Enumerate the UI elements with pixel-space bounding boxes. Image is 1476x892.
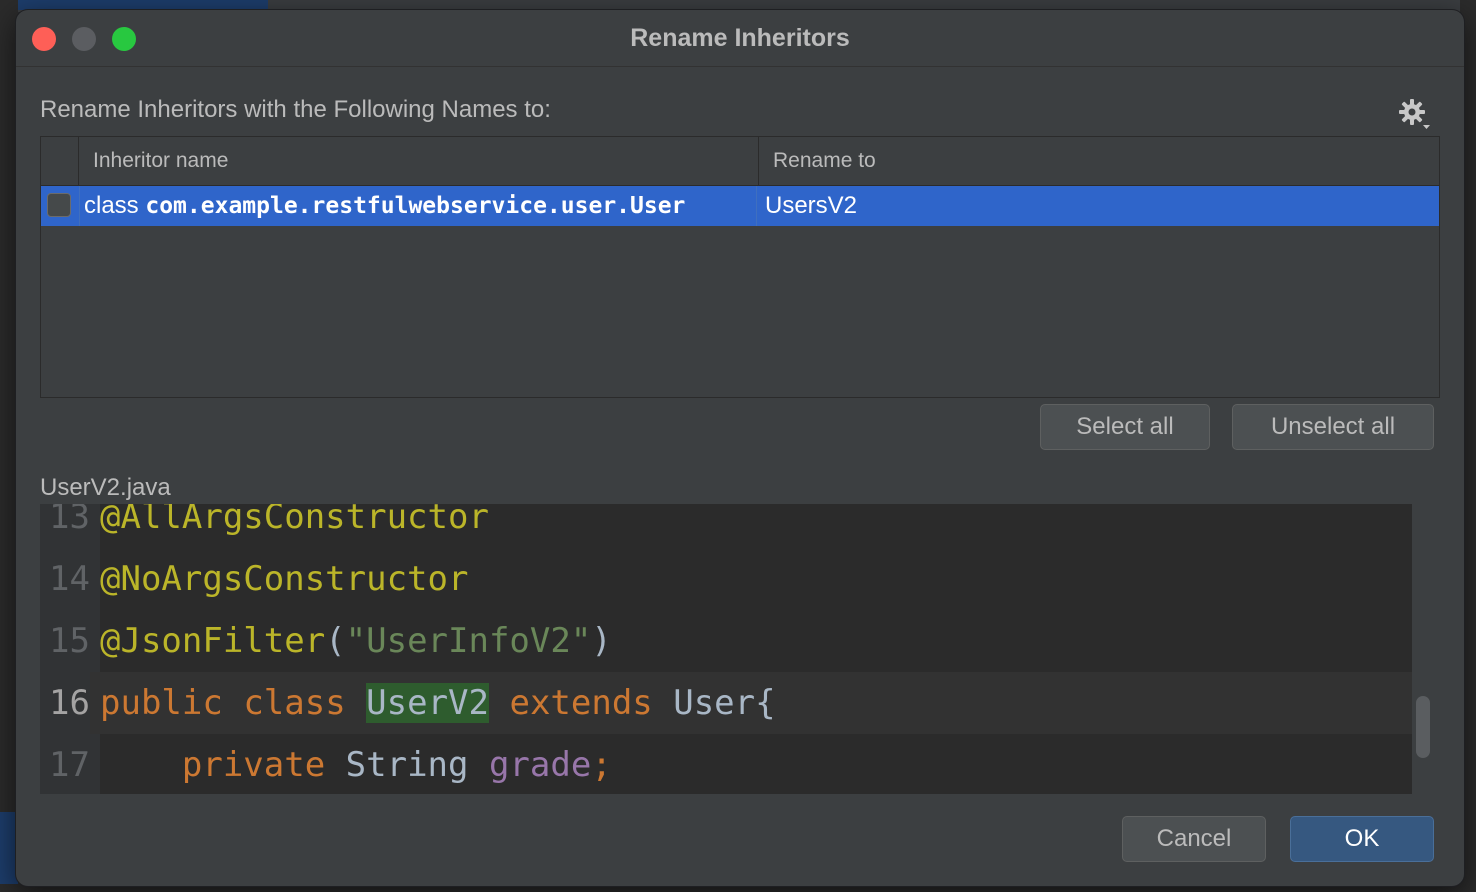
dialog-subtitle: Rename Inheritors with the Following Nam… [40, 96, 551, 123]
code-token: User{ [652, 683, 776, 723]
row-check-cell [41, 186, 80, 226]
code-line: 16 public class UserV2 extends User{ [40, 672, 1412, 734]
settings-button[interactable] [1396, 96, 1432, 132]
code-text: private String grade; [100, 734, 612, 794]
code-token: grade [488, 745, 592, 785]
code-token: public [100, 683, 223, 723]
code-token: @NoArgsConstructor [100, 559, 469, 599]
title-bar: Rename Inheritors [16, 10, 1464, 67]
rename-to-cell[interactable]: UsersV2 [759, 186, 1439, 226]
dialog-title: Rename Inheritors [630, 24, 850, 52]
column-header-inheritor-name[interactable]: Inheritor name [79, 137, 759, 185]
rename-inheritors-dialog: Rename Inheritors Rename Inheritors with… [16, 10, 1464, 886]
inheritor-name-cell[interactable]: class com.example.restfulwebservice.user… [79, 186, 757, 226]
code-token: "UserInfoV2" [345, 621, 592, 661]
code-token: class [243, 683, 346, 723]
inheritor-kind: class [84, 192, 139, 219]
code-token: ; [591, 745, 612, 785]
inheritor-qualified-name: com.example.restfulwebservice.user.User [145, 193, 686, 219]
code-preview[interactable]: 13 @AllArgsConstructor 14 @NoArgsConstructo… [40, 504, 1412, 794]
code-line: 14 @NoArgsConstructor [40, 548, 1412, 610]
unselect-all-button[interactable]: Unselect all [1232, 404, 1434, 450]
code-line: 13 @AllArgsConstructor [40, 504, 1412, 548]
code-line: 15 @JsonFilter("UserInfoV2") [40, 610, 1412, 672]
line-number: 15 [49, 621, 90, 661]
code-text: public class UserV2 extends User{ [100, 672, 776, 734]
cancel-button[interactable]: Cancel [1122, 816, 1266, 862]
code-line: 17 private String grade; [40, 734, 1412, 794]
column-header-rename-to[interactable]: Rename to [759, 137, 1439, 185]
line-number: 14 [49, 559, 90, 599]
select-all-button[interactable]: Select all [1040, 404, 1210, 450]
code-token: @AllArgsConstructor [100, 504, 489, 537]
row-checkbox[interactable] [47, 193, 71, 217]
gear-icon [1399, 99, 1430, 129]
line-number: 16 [40, 672, 90, 734]
table-row[interactable]: class com.example.restfulwebservice.user… [41, 186, 1439, 226]
code-token: ) [591, 621, 612, 661]
preview-scrollbar[interactable] [1416, 696, 1430, 758]
background-ide-tab [0, 0, 268, 10]
column-header-check [41, 137, 79, 185]
code-token: @JsonFilter [100, 621, 326, 661]
code-text: @NoArgsConstructor [100, 548, 468, 610]
inheritors-table: Inheritor name Rename to class com.examp… [40, 136, 1440, 398]
code-token: UserV2 [366, 683, 489, 723]
ok-button[interactable]: OK [1290, 816, 1434, 862]
preview-filename: UserV2.java [40, 474, 171, 501]
code-token: private [181, 745, 326, 785]
line-number: 17 [49, 745, 90, 785]
code-token: String [325, 745, 489, 785]
code-token: extends [509, 683, 653, 723]
line-number: 13 [49, 504, 90, 537]
code-text: @JsonFilter("UserInfoV2") [100, 610, 612, 672]
code-token: ( [325, 621, 346, 661]
code-text: @AllArgsConstructor [100, 504, 489, 548]
table-header: Inheritor name Rename to [41, 137, 1439, 186]
